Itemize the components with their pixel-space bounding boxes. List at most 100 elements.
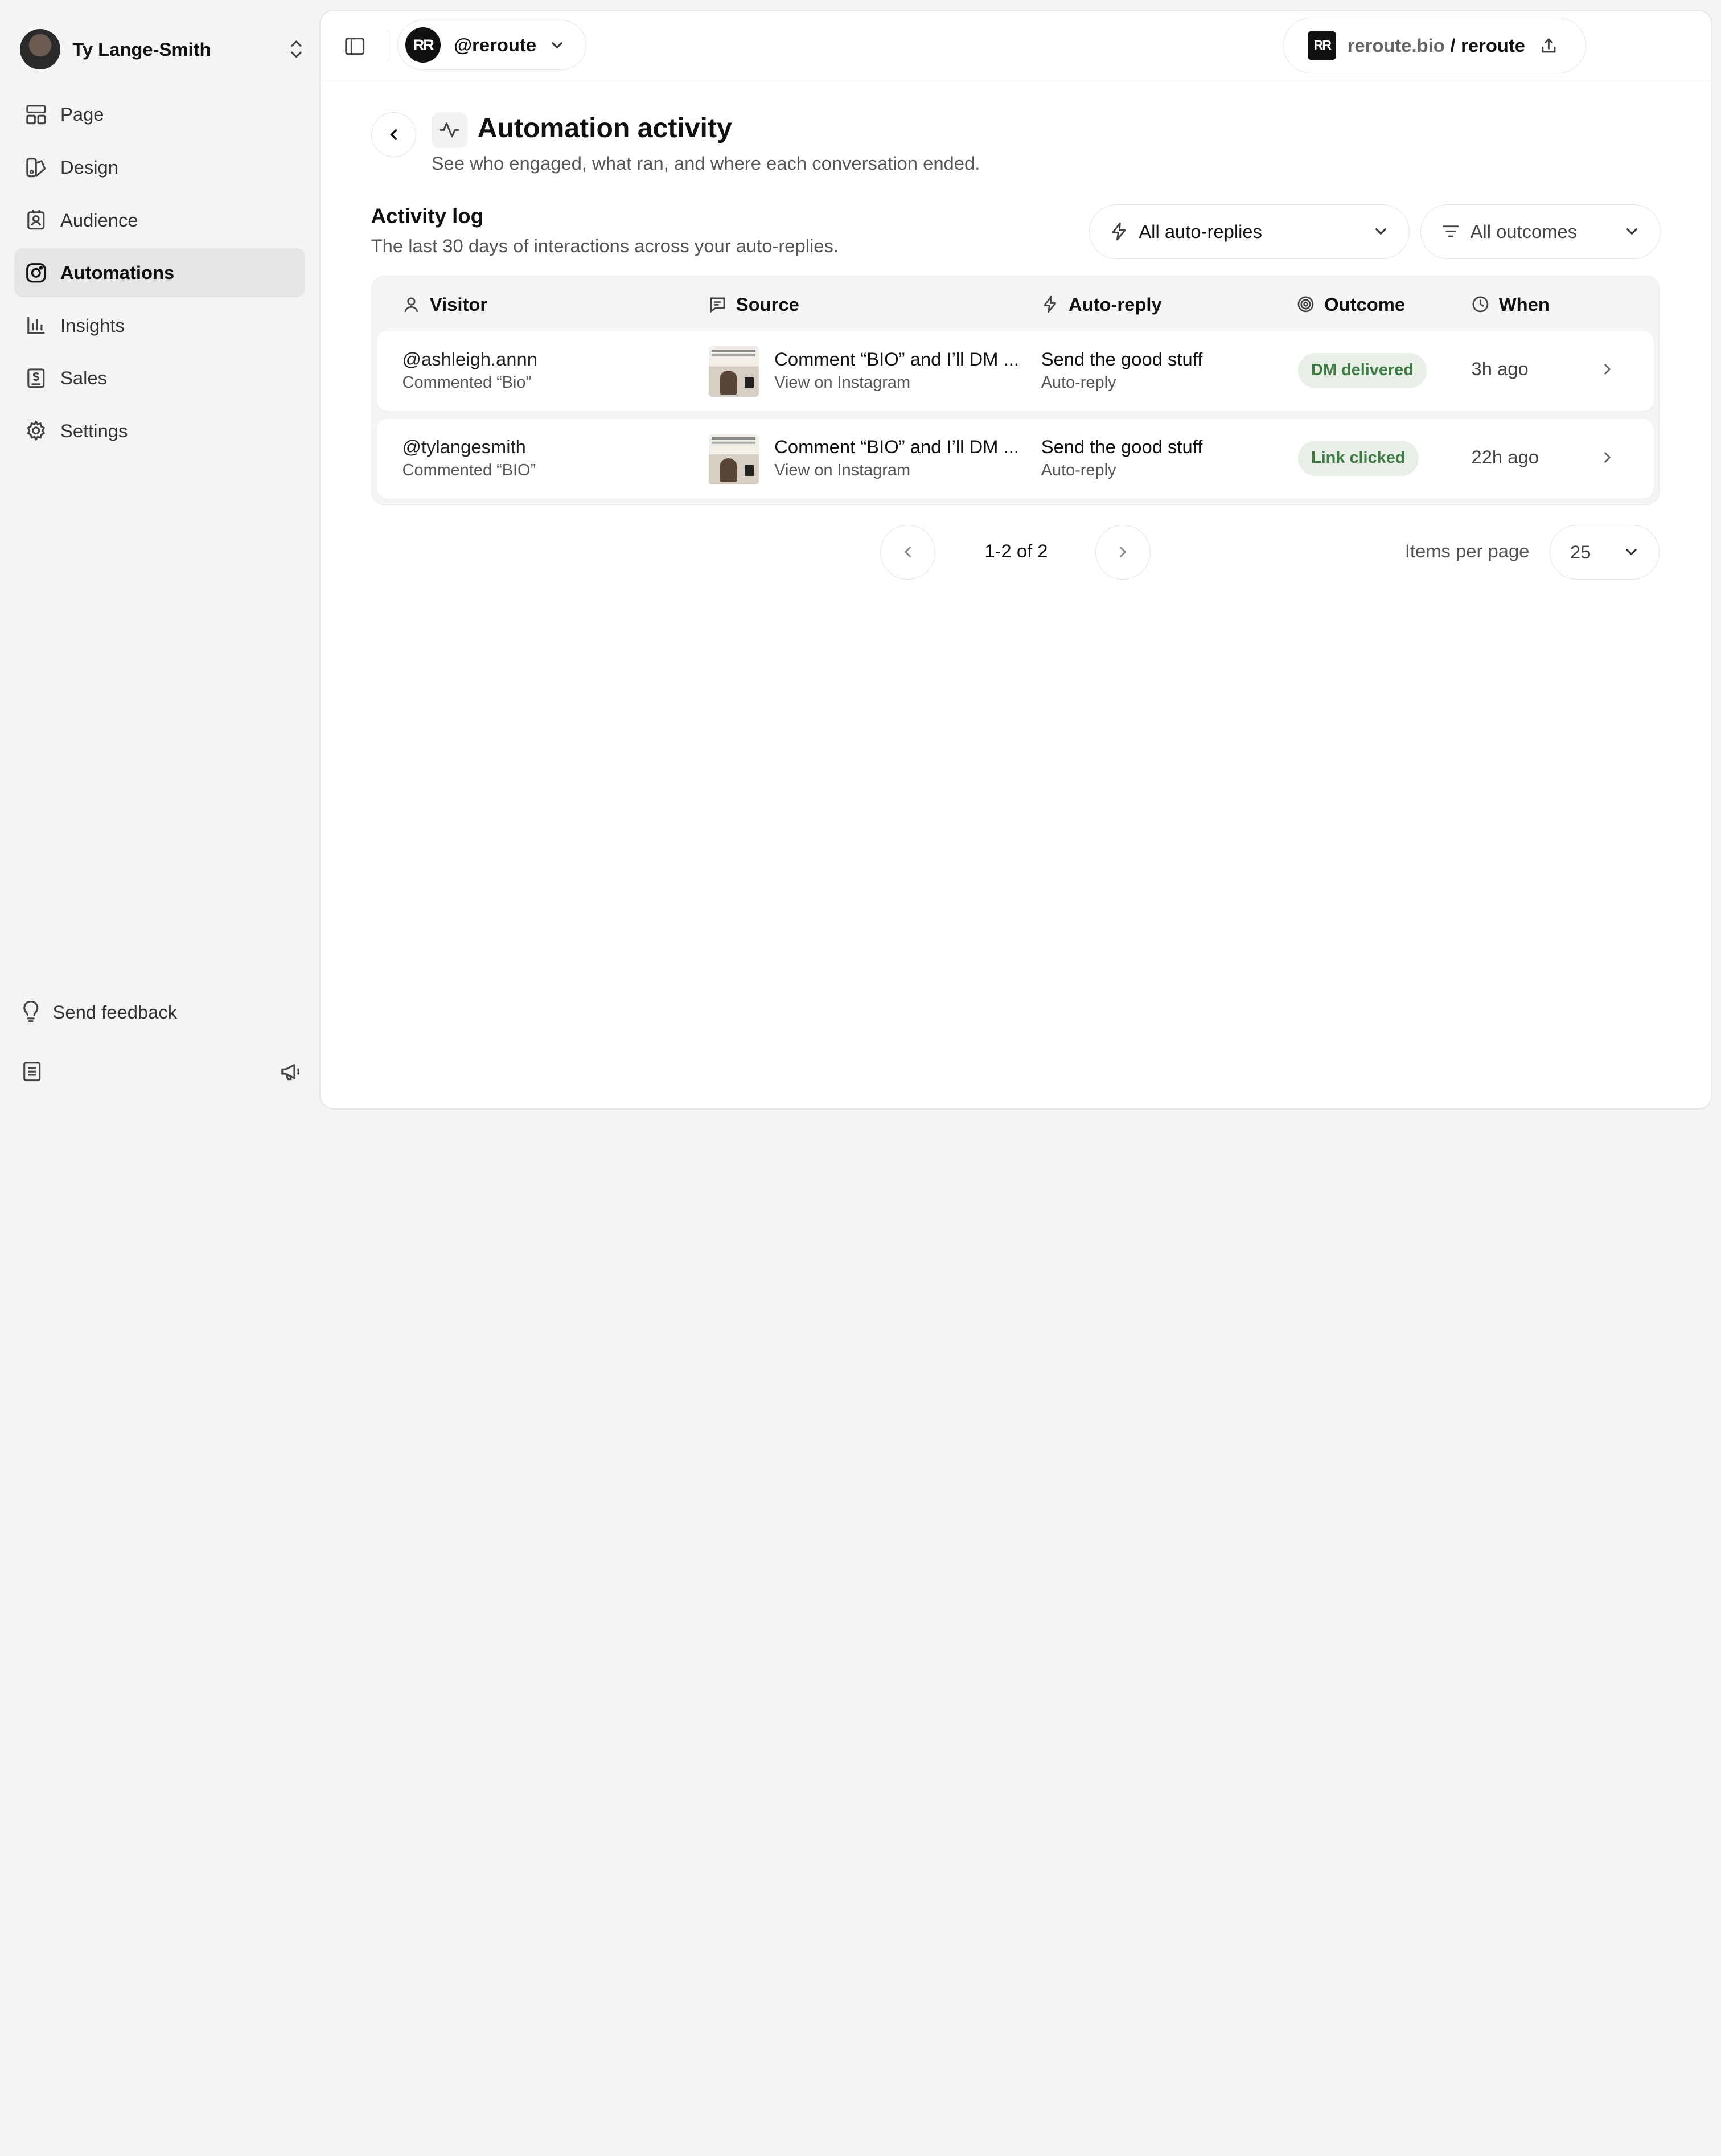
sidebar-item-label: Insights — [60, 314, 125, 336]
next-page-button[interactable] — [1095, 524, 1151, 580]
column-header-auto-reply: Auto-reply — [1041, 294, 1162, 315]
view-on-instagram-link[interactable]: View on Instagram — [774, 373, 1019, 392]
contact-icon — [27, 210, 45, 230]
chevrons-up-down-icon — [291, 40, 302, 58]
activity-icon-box — [431, 112, 468, 149]
items-per-page-select[interactable]: 25 — [1550, 524, 1660, 580]
sidebar-item-page[interactable]: Page — [14, 90, 305, 139]
sidebar-item-label: Sales — [60, 367, 107, 389]
post-thumbnail — [708, 346, 759, 397]
visitor-cell: @tylangesmith Commented “BIO” — [402, 436, 536, 480]
sidebar-item-audience[interactable]: Audience — [14, 195, 305, 245]
account-handle: @reroute — [454, 34, 537, 56]
auto-replies-filter[interactable]: All auto-replies — [1089, 204, 1410, 259]
message-icon — [710, 297, 725, 313]
outcomes-filter[interactable]: All outcomes — [1420, 204, 1661, 259]
gear-icon — [27, 420, 46, 442]
lightning-icon — [1044, 295, 1057, 313]
chevron-right-icon — [1120, 547, 1127, 557]
table-row[interactable]: @tylangesmith Commented “BIO” Comment “B… — [377, 418, 1654, 499]
filter-icon — [1442, 225, 1459, 237]
items-per-page-label: Items per page — [1404, 540, 1530, 561]
auto-reply-cell: Send the good stuff Auto-reply — [1041, 348, 1203, 392]
column-label: Auto-reply — [1068, 293, 1162, 315]
column-label: Outcome — [1324, 293, 1406, 315]
url-handle: reroute — [1461, 34, 1525, 56]
status-badge: DM delivered — [1297, 352, 1427, 388]
account-switcher[interactable]: RR @reroute — [397, 19, 586, 71]
source-title: Comment “BIO” and I’ll DM ... — [774, 436, 1019, 458]
share-icon — [1542, 38, 1556, 53]
palette-icon — [26, 158, 46, 177]
view-on-instagram-link[interactable]: View on Instagram — [774, 461, 1019, 480]
account-logo: RR — [405, 27, 441, 63]
auto-reply-type: Auto-reply — [1041, 461, 1116, 480]
chevron-right-icon[interactable] — [1600, 450, 1615, 465]
brand-logo: RR — [1308, 31, 1337, 60]
send-feedback-button[interactable]: Send feedback — [20, 1001, 177, 1023]
previous-page-button[interactable] — [880, 524, 935, 580]
sidebar-item-sales[interactable]: Sales — [14, 354, 305, 403]
column-header-outcome: Outcome — [1297, 294, 1405, 315]
sidebar-item-automations[interactable]: Automations — [14, 248, 305, 298]
topbar: RR @reroute RR reroute.bio / reroute — [320, 11, 1711, 81]
visitor-cell: @ashleigh.annn Commented “Bio” — [402, 348, 537, 392]
clock-icon — [1472, 296, 1488, 313]
auto-replies-filter-value: All auto-replies — [1139, 220, 1263, 242]
section-title: Activity log — [371, 204, 484, 228]
target-icon — [1297, 296, 1314, 313]
source-cell: Comment “BIO” and I’ll DM ... View on In… — [774, 436, 1019, 480]
column-label: Visitor — [429, 293, 488, 315]
page-title: Automation activity — [477, 112, 732, 143]
auto-reply-type: Auto-reply — [1041, 373, 1116, 392]
sidebar-item-insights[interactable]: Insights — [14, 301, 305, 350]
when-value: 22h ago — [1471, 446, 1539, 467]
page-subtitle: See who engaged, what ran, and where eac… — [431, 152, 980, 174]
sidebar-item-design[interactable]: Design — [14, 143, 305, 192]
sidebar-nav: Page Design Audience Automations Insight… — [14, 90, 305, 459]
source-cell: Comment “BIO” and I’ll DM ... View on In… — [774, 348, 1019, 392]
url-domain: reroute.bio — [1347, 34, 1445, 56]
receipt-icon — [27, 368, 45, 388]
megaphone-icon[interactable] — [279, 1059, 303, 1083]
visitor-detail: Commented “Bio” — [402, 373, 532, 392]
chevron-right-icon[interactable] — [1600, 362, 1615, 377]
user-name: Ty Lange-Smith — [72, 38, 211, 60]
chevron-down-icon — [1375, 228, 1386, 235]
back-button[interactable] — [371, 112, 416, 157]
auto-reply-name: Send the good stuff — [1041, 348, 1203, 370]
table-header: Visitor Source Auto-reply Outcome When — [372, 276, 1659, 331]
user-icon — [404, 297, 418, 313]
lightbulb-icon — [23, 1001, 39, 1022]
visitor-detail: Commented “BIO” — [402, 461, 536, 480]
chevron-left-icon — [389, 129, 397, 140]
visitor-handle: @tylangesmith — [402, 436, 526, 458]
sidebar-item-label: Audience — [60, 209, 138, 231]
column-header-source: Source — [709, 294, 799, 315]
page-range: 1-2 of 2 — [984, 540, 1048, 561]
layout-icon — [26, 105, 46, 125]
send-feedback-label: Send feedback — [52, 1001, 178, 1022]
bar-chart-icon — [27, 317, 45, 334]
docs-icon[interactable] — [20, 1059, 44, 1083]
column-label: Source — [736, 293, 799, 315]
chevron-down-icon — [552, 42, 562, 49]
activity-table: Visitor Source Auto-reply Outcome When @… — [371, 275, 1660, 505]
main-panel: RR @reroute RR reroute.bio / reroute Aut… — [320, 11, 1711, 1109]
sidebar: Ty Lange-Smith Page Design Audience Auto… — [0, 0, 321, 1119]
visitor-handle: @ashleigh.annn — [402, 348, 537, 370]
user-switcher[interactable]: Ty Lange-Smith — [19, 28, 305, 70]
outcomes-filter-value: All outcomes — [1470, 220, 1578, 242]
lightning-icon — [1112, 222, 1126, 241]
items-per-page-value: 25 — [1570, 541, 1591, 562]
chevron-down-icon — [1625, 549, 1637, 556]
sidebar-toggle-icon[interactable] — [343, 34, 367, 58]
sidebar-item-label: Automations — [60, 262, 175, 284]
column-header-visitor: Visitor — [402, 293, 488, 315]
table-row[interactable]: @ashleigh.annn Commented “Bio” Comment “… — [377, 331, 1654, 412]
sidebar-item-settings[interactable]: Settings — [14, 406, 305, 455]
chevron-left-icon — [904, 547, 911, 557]
sidebar-footer — [20, 1059, 303, 1083]
sidebar-item-label: Settings — [60, 420, 128, 441]
public-url-button[interactable]: RR reroute.bio / reroute — [1283, 17, 1586, 74]
